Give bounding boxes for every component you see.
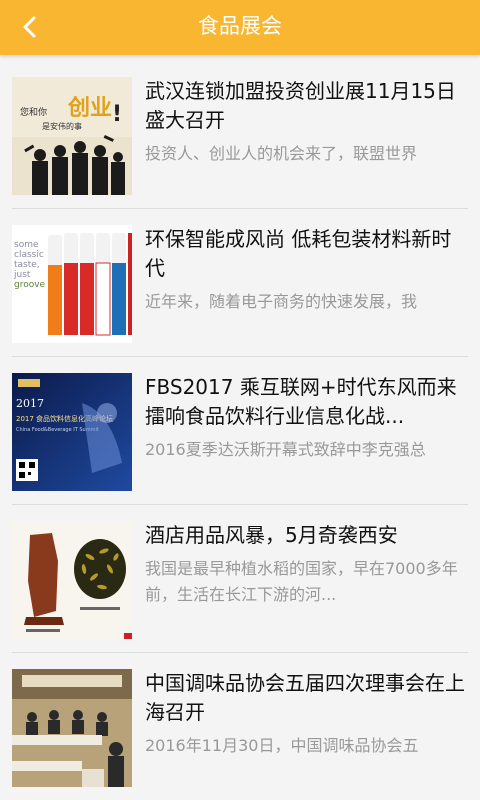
article-summary: 2016年11月30日，中国调味品协会五	[145, 736, 419, 755]
svg-text:是安伟的事: 是安伟的事	[42, 121, 82, 131]
svg-text:classic: classic	[14, 250, 44, 260]
svg-text:您和你: 您和你	[20, 106, 47, 118]
article-summary: 近年来，随着电子商务的快速发展，我	[145, 292, 418, 311]
article-title: 酒店用品风暴，5月奇袭西安	[145, 523, 398, 547]
list-item[interactable]: 酒店用品风暴，5月奇袭西安 我国是最早种植水稻的国家，早在7000多年前，生活在…	[0, 499, 480, 647]
article-title: FBS2017 乘互联网+时代东风而来 擂响食品饮料行业信息化战...	[145, 375, 457, 428]
list-item[interactable]: 中国调味品协会五届四次理事会在上海召开 2016年11月30日，中国调味品协会五	[0, 647, 480, 795]
article-thumbnail	[12, 521, 132, 639]
svg-text:创业: 创业	[67, 96, 112, 121]
svg-text:taste,: taste,	[14, 260, 40, 270]
svg-text:just: just	[13, 270, 31, 280]
article-title: 中国调味品协会五届四次理事会在上海召开	[145, 671, 465, 724]
article-list[interactable]: 您和你 是安伟的事 创业 ! 武汉连锁加盟投资创业展11月15日盛大召开 投资人…	[0, 55, 480, 800]
svg-text:2017: 2017	[16, 397, 44, 410]
svg-text:groove: groove	[14, 280, 46, 290]
top-app-bar: 食品展会	[0, 0, 480, 55]
svg-text:some: some	[14, 240, 39, 250]
article-thumbnail: some classic taste, just groove	[12, 225, 132, 343]
article-summary: 投资人、创业人的机会来了，联盟世界	[145, 144, 418, 163]
article-title: 环保智能成风尚 低耗包装材料新时代	[145, 227, 452, 280]
page-title: 食品展会	[198, 14, 282, 38]
list-item[interactable]: 您和你 是安伟的事 创业 ! 武汉连锁加盟投资创业展11月15日盛大召开 投资人…	[0, 55, 480, 203]
svg-text:!: !	[112, 102, 122, 127]
article-thumbnail: 您和你 是安伟的事 创业 !	[12, 77, 132, 195]
list-item[interactable]: some classic taste, just groove 环保智能成风尚 …	[0, 203, 480, 351]
article-thumbnail: 2017 2017 食品饮料信息化高峰论坛 China Food&Beverag…	[12, 373, 132, 491]
article-thumbnail	[12, 669, 132, 787]
list-item[interactable]: 2017 2017 食品饮料信息化高峰论坛 China Food&Beverag…	[0, 351, 480, 499]
article-summary: 2016夏季达沃斯开幕式致辞中李克强总	[145, 440, 426, 459]
article-title: 武汉连锁加盟投资创业展11月15日盛大召开	[145, 79, 456, 132]
article-summary: 我国是最早种植水稻的国家，早在7000多年前，生活在长江下游的河...	[145, 559, 458, 604]
